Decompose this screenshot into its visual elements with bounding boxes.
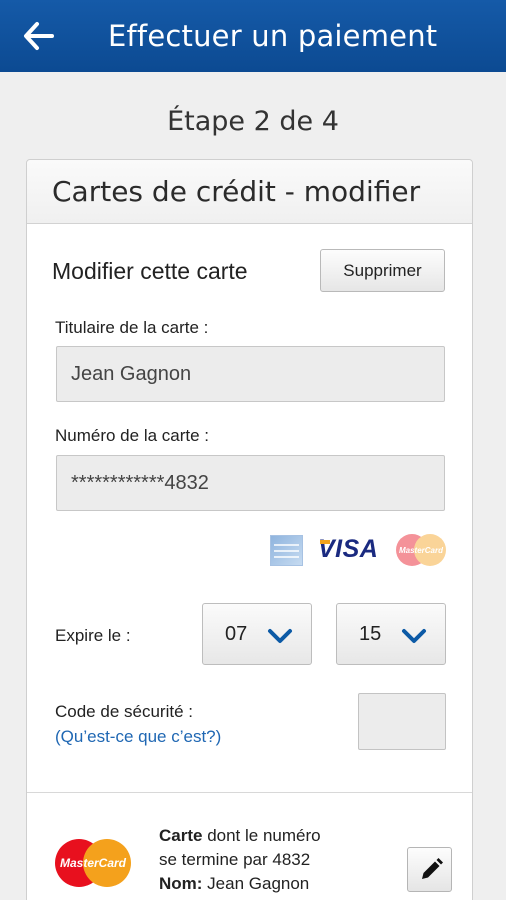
saved-card-name: Jean Gagnon <box>202 874 310 893</box>
mastercard-small-text: MasterCard <box>399 546 444 555</box>
card-number-label: Numéro de la carte : <box>55 426 210 445</box>
section-title: Modifier cette carte <box>52 258 248 284</box>
expiry-month-value: 07 <box>225 623 248 645</box>
page-title: Effectuer un paiement <box>108 19 438 53</box>
delete-button[interactable]: Supprimer <box>320 249 445 292</box>
panel-title: Cartes de crédit - modifier <box>52 175 421 208</box>
expiry-month-select[interactable]: 07 <box>202 603 312 665</box>
security-code-field[interactable] <box>358 693 446 750</box>
mastercard-logo-icon: MasterCard <box>396 534 446 566</box>
arrow-left-icon[interactable] <box>22 20 56 52</box>
mastercard-logo-icon: MasterCard <box>55 839 131 887</box>
saved-card-name-label: Nom: <box>159 874 203 893</box>
credit-card-panel: Cartes de crédit - modifier Modifier cet… <box>26 159 473 900</box>
amex-logo-icon <box>270 535 303 566</box>
accepted-cards: VISA MasterCard <box>270 533 450 567</box>
expiry-year-value: 15 <box>359 623 382 645</box>
holder-label: Titulaire de la carte : <box>55 318 209 337</box>
saved-card-line2: se termine par 4832 <box>159 850 311 869</box>
mastercard-brand-text: MasterCard <box>60 856 127 870</box>
app-bar: Effectuer un paiement <box>0 0 506 72</box>
saved-card-description: Carte dont le numéro se termine par 4832… <box>159 824 359 896</box>
edit-button[interactable] <box>407 847 452 892</box>
divider <box>27 792 472 793</box>
security-code-help-link[interactable]: (Qu’est-ce que c’est?) <box>55 727 221 747</box>
saved-card-line1-bold: Carte <box>159 826 203 845</box>
expiry-label: Expire le : <box>55 626 131 645</box>
chevron-down-icon <box>402 629 426 643</box>
step-indicator: Étape 2 de 4 <box>167 106 339 137</box>
chevron-down-icon <box>268 629 292 643</box>
expiry-year-select[interactable]: 15 <box>336 603 446 665</box>
visa-logo-icon: VISA <box>318 535 379 563</box>
security-code-label: Code de sécurité : <box>55 702 193 721</box>
card-number-field[interactable]: ************4832 <box>56 455 445 511</box>
holder-field[interactable]: Jean Gagnon <box>56 346 445 402</box>
saved-card-line1: dont le numéro <box>202 826 321 845</box>
pencil-icon <box>422 858 443 879</box>
